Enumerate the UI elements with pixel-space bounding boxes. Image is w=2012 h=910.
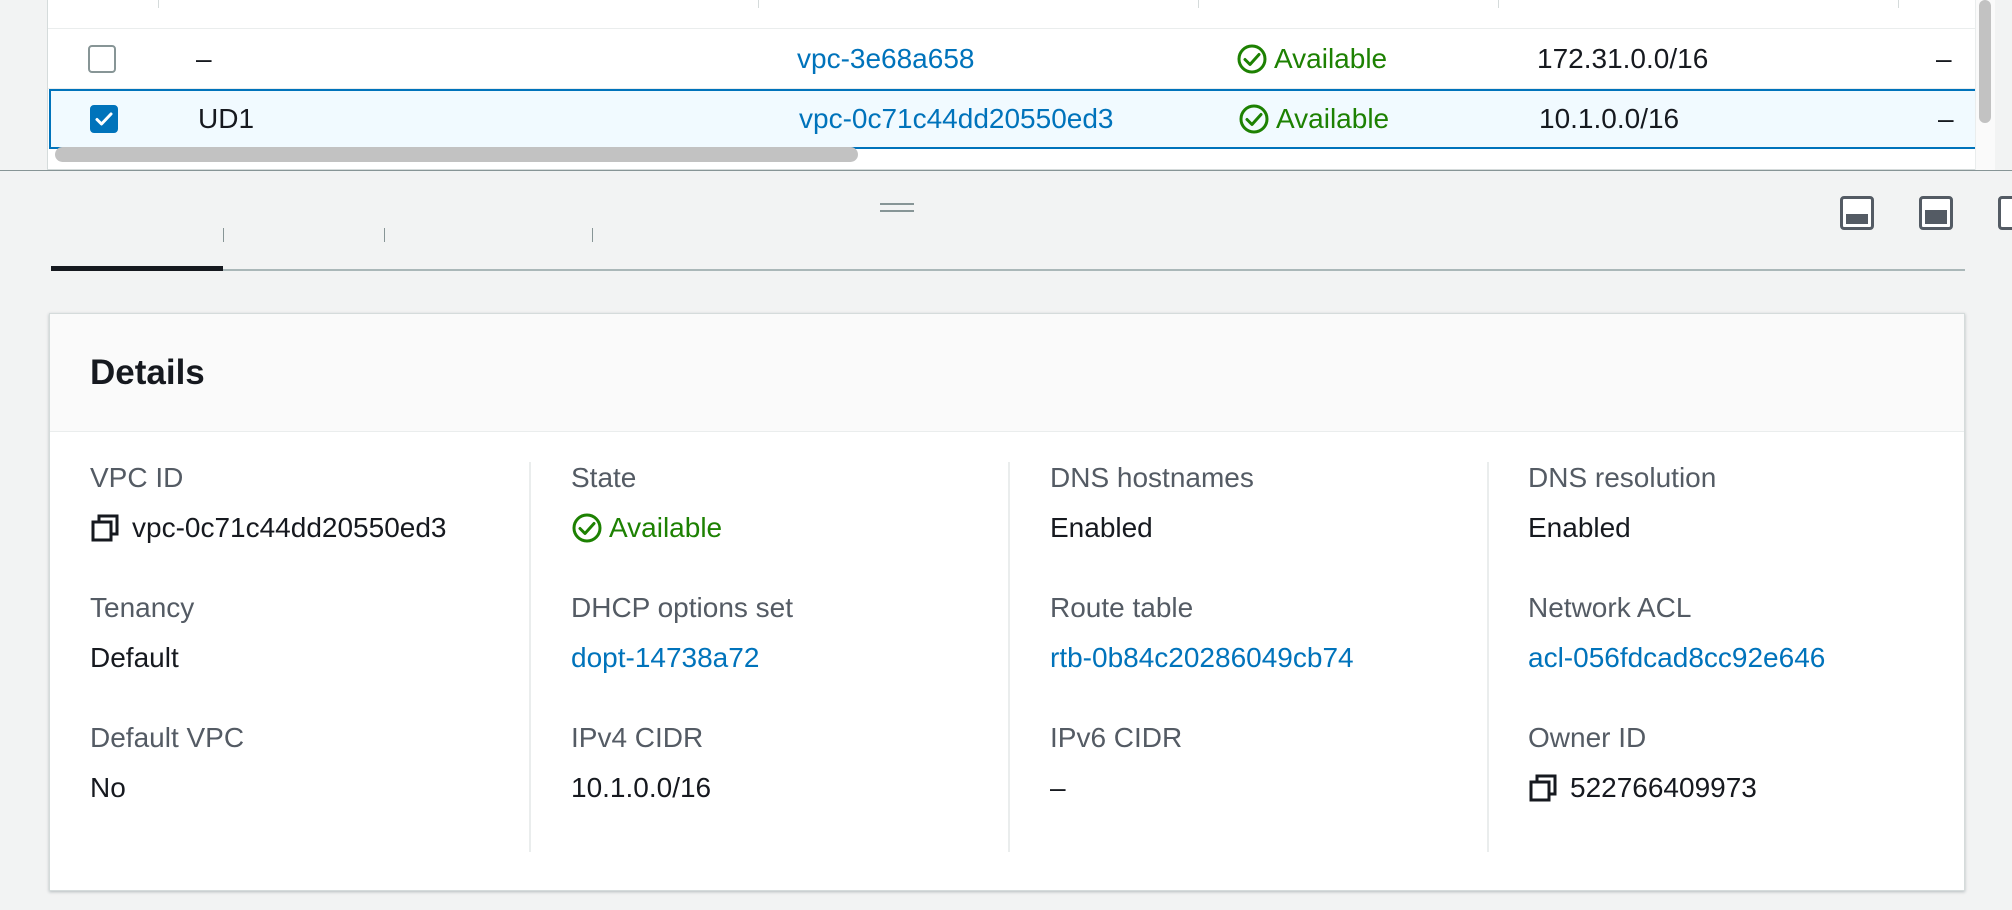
tenancy-value: Default — [90, 642, 179, 673]
vpc-name-cell: – — [196, 42, 212, 74]
panel-bottom-icon — [1846, 214, 1868, 224]
checkmark-icon — [95, 112, 113, 126]
vpc-id-field: VPC ID vpc-0c71c44dd20550ed3 — [90, 462, 446, 544]
column-divider — [1487, 462, 1489, 852]
ipv6-cidr-field: IPv6 CIDR – — [1050, 722, 1182, 804]
route-table-link[interactable]: rtb-0b84c20286049cb74 — [1050, 642, 1354, 674]
ipv6-cidr-value: – — [1050, 772, 1066, 803]
ipv4-cidr-cell: 172.31.0.0/16 — [1537, 42, 1709, 74]
tenancy-label: Tenancy — [90, 592, 195, 623]
tabs-underline — [51, 269, 1965, 271]
route-table-field: Route table rtb-0b84c20286049cb74 — [1050, 592, 1354, 674]
owner-id-field: Owner ID 522766409973 — [1528, 722, 1757, 804]
vpc-id-link[interactable]: vpc-3e68a658 — [797, 29, 974, 88]
drag-handle-icon[interactable] — [880, 203, 914, 215]
details-container: Details VPC ID vpc-0c71c44dd20550ed3 Ten… — [49, 313, 1965, 891]
check-circle-icon — [1237, 44, 1267, 73]
status-badge: Available — [1238, 91, 1389, 147]
horizontal-scrollbar-thumb[interactable] — [55, 147, 858, 162]
details-title: Details — [90, 352, 205, 392]
dns-hostnames-field: DNS hostnames Enabled — [1050, 462, 1254, 544]
column-separator — [1898, 0, 1899, 8]
network-acl-label: Network ACL — [1528, 592, 1692, 623]
column-separator — [1198, 0, 1199, 8]
tab-separator — [592, 228, 593, 242]
owner-id-label: Owner ID — [1528, 722, 1647, 753]
panel-bottom-button-alt[interactable] — [1919, 196, 1953, 230]
column-separator — [1498, 0, 1499, 8]
extra-cell: – — [1936, 42, 1952, 74]
table-header — [48, 0, 1994, 29]
row-checkbox[interactable] — [88, 44, 116, 73]
vpc-table: – vpc-3e68a658 Available 172.31.0.0/16 –… — [47, 0, 1995, 170]
status-text: Available — [1276, 103, 1390, 134]
vpc-id-label: VPC ID — [90, 462, 184, 493]
check-circle-icon — [572, 513, 602, 543]
copy-icon[interactable] — [1528, 773, 1558, 803]
dhcp-options-label: DHCP options set — [571, 592, 794, 623]
panel-bottom-icon — [1925, 210, 1947, 224]
ipv6-cidr-label: IPv6 CIDR — [1050, 722, 1183, 753]
default-vpc-field: Default VPC No — [90, 722, 244, 804]
panel-side-button[interactable] — [1998, 196, 2012, 230]
state-label: State — [571, 462, 637, 493]
tab-details-active-indicator[interactable] — [51, 266, 223, 271]
dns-resolution-label: DNS resolution — [1528, 462, 1717, 493]
dns-hostnames-value: Enabled — [1050, 512, 1153, 543]
column-divider — [1008, 462, 1010, 852]
tenancy-field: Tenancy Default — [90, 592, 194, 674]
vertical-scrollbar-thumb[interactable] — [1979, 0, 1991, 123]
column-separator — [158, 0, 159, 8]
column-divider — [529, 462, 531, 852]
network-acl-field: Network ACL acl-056fdcad8cc92e646 — [1528, 592, 1825, 674]
state-field: State Available — [571, 462, 722, 544]
dns-resolution-value: Enabled — [1528, 512, 1631, 543]
vpc-id-link[interactable]: vpc-0c71c44dd20550ed3 — [799, 91, 1113, 147]
table-row-selected[interactable]: UD1 vpc-0c71c44dd20550ed3 Available 10.1… — [49, 89, 1993, 149]
network-acl-link[interactable]: acl-056fdcad8cc92e646 — [1528, 642, 1825, 674]
status-text: Available — [1274, 42, 1388, 74]
table-row[interactable]: – vpc-3e68a658 Available 172.31.0.0/16 – — [48, 29, 1994, 89]
dhcp-options-link[interactable]: dopt-14738a72 — [571, 642, 793, 674]
extra-cell: – — [1938, 103, 1954, 134]
default-vpc-label: Default VPC — [90, 722, 245, 753]
panel-bottom-button[interactable] — [1840, 196, 1874, 230]
route-table-label: Route table — [1050, 592, 1194, 623]
copy-icon[interactable] — [90, 513, 120, 543]
dns-hostnames-label: DNS hostnames — [1050, 462, 1254, 493]
default-vpc-value: No — [90, 772, 126, 803]
tab-separator — [384, 228, 385, 242]
dhcp-options-field: DHCP options set dopt-14738a72 — [571, 592, 793, 674]
state-value: Available — [609, 512, 723, 543]
details-header: Details — [50, 314, 1964, 432]
ipv4-cidr-field: IPv4 CIDR 10.1.0.0/16 — [571, 722, 711, 804]
column-separator — [758, 0, 759, 8]
vpc-name-cell: UD1 — [198, 103, 255, 134]
status-badge: Available — [1236, 29, 1387, 88]
vpc-id-value: vpc-0c71c44dd20550ed3 — [132, 512, 447, 543]
row-checkbox[interactable] — [90, 105, 118, 133]
ipv4-cidr-cell: 10.1.0.0/16 — [1539, 103, 1680, 134]
owner-id-value: 522766409973 — [1570, 772, 1757, 803]
dns-resolution-field: DNS resolution Enabled — [1528, 462, 1716, 544]
details-columns: VPC ID vpc-0c71c44dd20550ed3 Tenancy Def… — [50, 462, 1964, 852]
ipv4-cidr-label: IPv4 CIDR — [571, 722, 704, 753]
ipv4-cidr-value: 10.1.0.0/16 — [571, 772, 712, 803]
split-panel-divider — [0, 170, 2012, 171]
check-circle-icon — [1239, 104, 1269, 134]
tab-separator — [223, 228, 224, 242]
